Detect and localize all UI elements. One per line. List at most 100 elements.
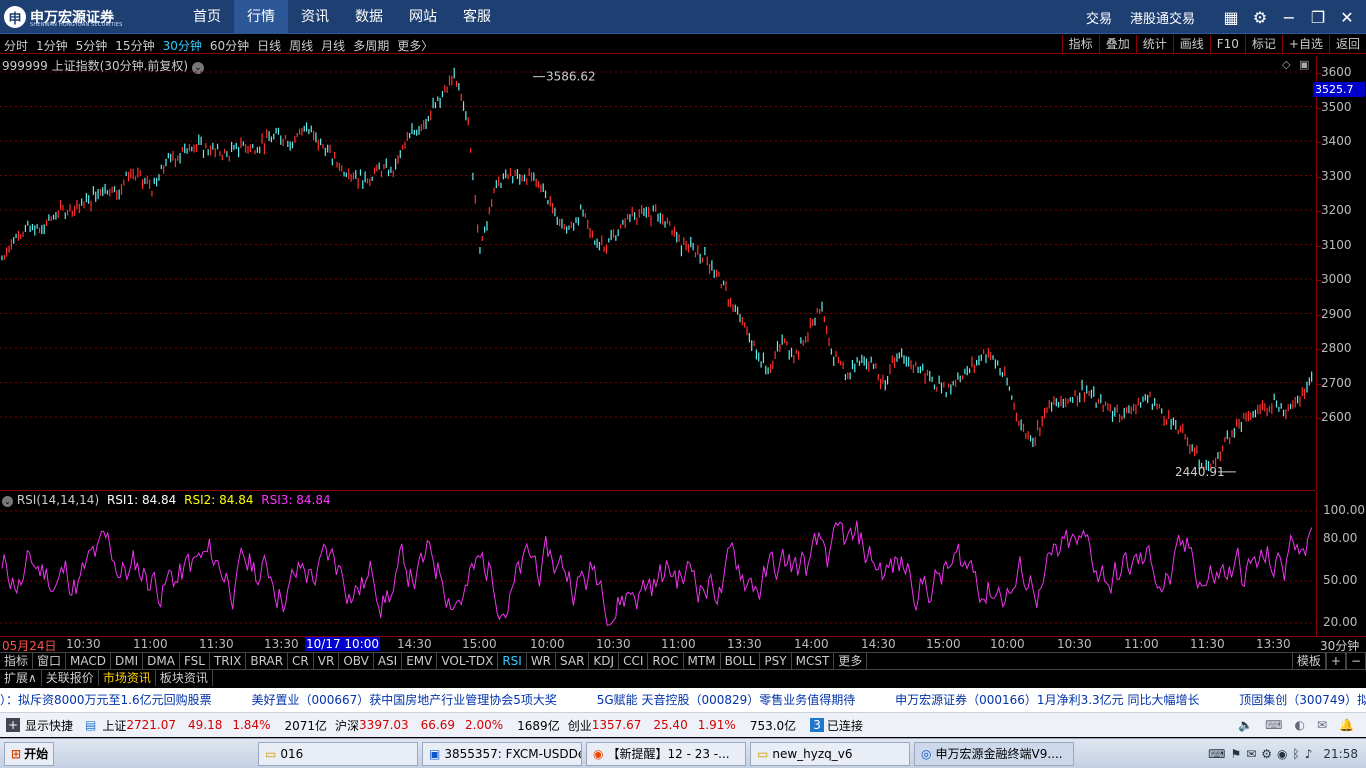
indicator-tab-psy[interactable]: PSY (760, 653, 792, 669)
period-tab[interactable]: 多周期 (353, 37, 389, 54)
indicator-tab-macd[interactable]: MACD (66, 653, 112, 669)
message-icon[interactable]: ✉ (1317, 718, 1327, 732)
period-tab[interactable]: 1分钟 (36, 37, 68, 54)
indicator-tab-dmi[interactable]: DMI (111, 653, 144, 669)
period-tab[interactable]: 日线 (257, 37, 281, 54)
indicator-tab-brar[interactable]: BRAR (246, 653, 289, 669)
taskbar-item[interactable]: ◉ 【新提醒】12 - 23 -... (586, 741, 746, 766)
news-ticker[interactable]: ）：拟斥资8000万元至1.6亿元回购股票 美好置业（000667）获中国房地产… (0, 688, 1366, 712)
indicator-tab-boll[interactable]: BOLL (721, 653, 761, 669)
tray-icon[interactable]: ⚙ (1261, 747, 1272, 761)
period-tab[interactable]: 月线 (321, 37, 345, 54)
chart-icon[interactable]: ▤ (85, 718, 96, 732)
plus-icon[interactable]: + (6, 718, 20, 732)
indicator-tab-更多[interactable]: 更多 (834, 653, 868, 669)
template-control[interactable]: + (1325, 653, 1346, 669)
chart-canvas[interactable]: 3586.62 2440.91 (0, 55, 1316, 636)
hs-value: 3397.03 (359, 718, 409, 732)
ext-tab[interactable]: 市场资讯 (99, 670, 156, 686)
indicator-tab-mtm[interactable]: MTM (684, 653, 721, 669)
ext-tab[interactable]: 扩展∧ (0, 670, 42, 686)
period-tab[interactable]: 周线 (289, 37, 313, 54)
f10-button[interactable]: F10 (1209, 35, 1245, 54)
tray-icon[interactable]: ⚑ (1230, 747, 1241, 761)
nav-data[interactable]: 数据 (342, 0, 396, 34)
ext-tab[interactable]: 关联报价 (42, 670, 99, 686)
tray-icon[interactable]: ◉ (1277, 747, 1287, 761)
indicator-tab-cr[interactable]: CR (288, 653, 314, 669)
restore-icon[interactable]: ❐ (1307, 6, 1329, 28)
news-item[interactable]: 申万宏源证券（000166）1月净利3.3亿元 同比大幅增长 (895, 693, 1199, 707)
template-control[interactable]: − (1345, 653, 1366, 669)
nav-news[interactable]: 资讯 (288, 0, 342, 34)
nav-service[interactable]: 客服 (450, 0, 504, 34)
taskbar-item[interactable]: ▭ 016 (258, 741, 418, 766)
period-tab[interactable]: 分时 (4, 37, 28, 54)
bell-icon[interactable]: 🔔 (1339, 718, 1354, 732)
service-icon[interactable]: ◐ (1295, 718, 1305, 732)
mark-button[interactable]: 标记 (1244, 35, 1282, 54)
indicator-tab-emv[interactable]: EMV (402, 653, 438, 669)
indicator-tab-wr[interactable]: WR (527, 653, 557, 669)
indicator-tab-rsi[interactable]: RSI (498, 653, 527, 669)
overlay-button[interactable]: 叠加 (1098, 35, 1136, 54)
indicator-tab-fsl[interactable]: FSL (180, 653, 210, 669)
indicator-tab-vr[interactable]: VR (314, 653, 340, 669)
indicator-tab-cci[interactable]: CCI (619, 653, 649, 669)
back-button[interactable]: 返回 (1328, 35, 1366, 54)
period-tab[interactable]: 60分钟 (210, 37, 249, 54)
stats-button[interactable]: 统计 (1135, 35, 1173, 54)
indicator-tab-obv[interactable]: OBV (339, 653, 374, 669)
taskbar-item-active[interactable]: ◎ 申万宏源金融终端V9.... (914, 741, 1074, 766)
grid-icon[interactable]: ▦ (1220, 6, 1242, 28)
news-item[interactable]: 顶固集创（300749）拟7亿元收 (1239, 693, 1366, 707)
news-item[interactable]: ）：拟斥资8000万元至1.6亿元回购股票 (0, 693, 212, 707)
period-tab[interactable]: 5分钟 (76, 37, 108, 54)
indicator-button[interactable]: 指标 (1061, 35, 1099, 54)
indicator-tab-指标[interactable]: 指标 (0, 653, 34, 669)
trade-link[interactable]: 交易 (1086, 8, 1112, 27)
taskbar-item[interactable]: ▭ new_hyzq_v6 (750, 741, 910, 766)
keyboard-icon[interactable]: ⌨ (1265, 718, 1282, 732)
draw-button[interactable]: 画线 (1172, 35, 1210, 54)
ext-tab[interactable]: 板块资讯 (156, 670, 213, 686)
indicator-tab-窗口[interactable]: 窗口 (33, 653, 67, 669)
period-tab[interactable]: 更多〉 (397, 37, 433, 54)
tray-icon[interactable]: ♪ (1305, 747, 1313, 761)
bluetooth-icon[interactable]: ᛒ (1293, 747, 1300, 761)
panel-divider[interactable] (0, 490, 1316, 491)
news-item[interactable]: 5G赋能 天音控股（000829）零售业务值得期待 (597, 693, 856, 707)
nav-home[interactable]: 首页 (180, 0, 234, 34)
shortcut-label[interactable]: 显示快捷 (25, 717, 73, 734)
tray-icon[interactable]: ⌨ (1208, 747, 1225, 761)
indicator-tab-roc[interactable]: ROC (648, 653, 684, 669)
indicator-tab-asi[interactable]: ASI (374, 653, 403, 669)
period-tab-active[interactable]: 30分钟 (163, 37, 202, 54)
speaker-icon[interactable]: 🔈 (1238, 718, 1253, 732)
nav-quotes[interactable]: 行情 (234, 0, 288, 34)
close-icon[interactable]: ⌄ (2, 496, 13, 507)
indicator-tab-sar[interactable]: SAR (556, 653, 590, 669)
hk-connect-link[interactable]: 港股通交易 (1130, 8, 1195, 27)
indicator-tab-dma[interactable]: DMA (143, 653, 180, 669)
indicator-tab-trix[interactable]: TRIX (210, 653, 247, 669)
news-item[interactable]: 美好置业（000667）获中国房地产行业管理协会5项大奖 (251, 693, 556, 707)
template-control[interactable]: 模板 (1291, 653, 1326, 669)
app-logo[interactable]: 申 申万宏源证券 SHENWAN HONGYUAN SECURITIES (4, 4, 122, 30)
tray-icon[interactable]: ✉ (1246, 747, 1256, 761)
minimize-icon[interactable]: − (1278, 6, 1300, 28)
indicator-tab-vol-tdx[interactable]: VOL-TDX (437, 653, 499, 669)
clock[interactable]: 21:58 (1323, 747, 1358, 761)
price-tick-label: 3200 (1321, 203, 1352, 217)
add-watchlist-button[interactable]: +自选 (1281, 35, 1329, 54)
taskbar-item[interactable]: ▣ 3855357: FXCM-USDDe... (422, 741, 582, 766)
close-icon[interactable]: ✕ (1336, 6, 1358, 28)
time-label: 11:00 (1124, 637, 1159, 651)
gear-icon[interactable]: ⚙ (1249, 6, 1271, 28)
start-button[interactable]: ⊞ 开始 (4, 741, 54, 766)
period-tab[interactable]: 15分钟 (115, 37, 154, 54)
nav-website[interactable]: 网站 (396, 0, 450, 34)
indicator-tab-kdj[interactable]: KDJ (589, 653, 620, 669)
connection-status[interactable]: 已连接 (827, 717, 863, 734)
indicator-tab-mcst[interactable]: MCST (792, 653, 835, 669)
